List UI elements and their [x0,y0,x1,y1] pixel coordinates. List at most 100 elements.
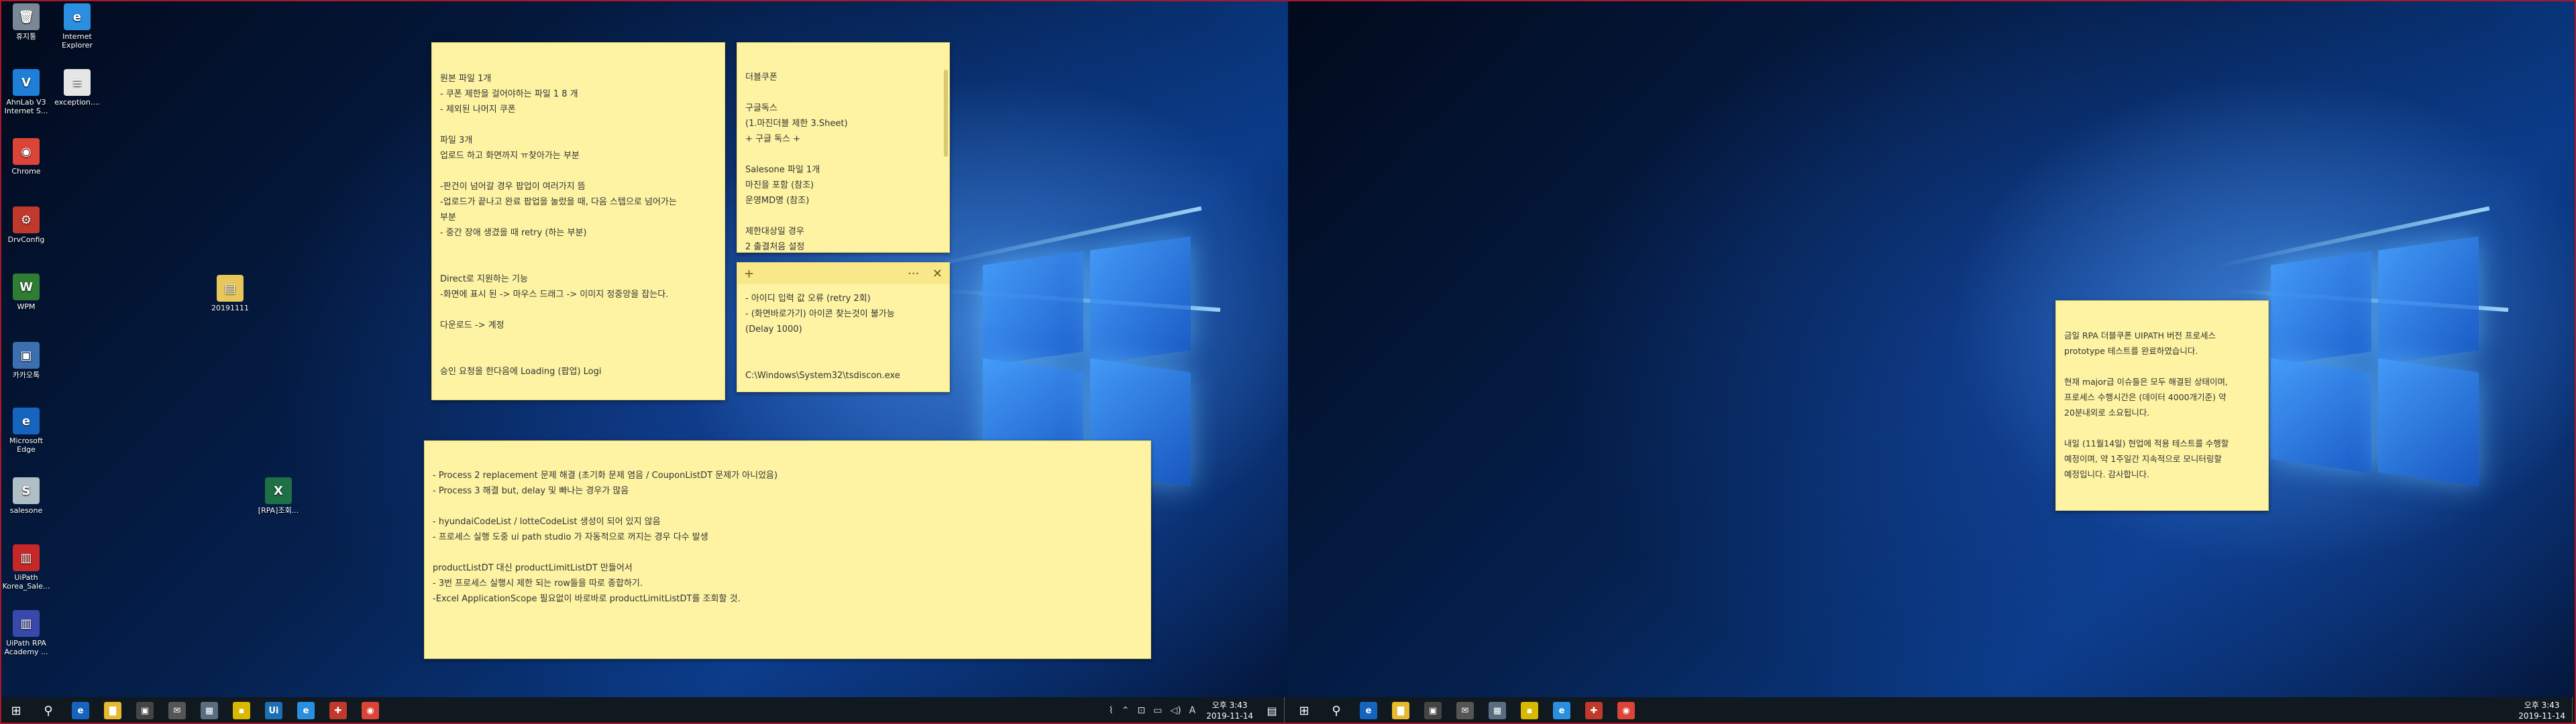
system-tray: ⌇ ⌃ ⊡ ▭ ◁) A 오후 3:43 2019-11-14 ▤ [1105,697,1288,724]
desktop-shortcut[interactable]: ◉ Chrome [1,138,51,176]
taskbar-app-button[interactable]: ▦ [1481,697,1513,724]
edge-icon: e [13,408,40,434]
note-line: (1.마진더블 제한 3.Sheet) [745,119,848,129]
desktop-shortcut[interactable]: ⚙ DrvConfig [1,206,51,244]
desktop-shortcut[interactable]: Ssalesone [1,477,51,515]
network-icon[interactable]: ⊡ [1137,705,1145,716]
taskbar-app-button[interactable]: e [64,697,97,724]
wpm-icon: W [13,274,40,300]
sticky-note-header: + ··· ✕ [737,263,949,284]
desktop-shortcut[interactable]: 🗑 휴지통 [1,3,51,41]
pen-icon[interactable]: ⌇ [1109,705,1114,716]
more-options-icon[interactable]: ··· [908,267,919,281]
desktop-shortcut[interactable]: ▥ UiPath RPA Academy ... [1,610,51,656]
input-method-icon[interactable]: A [1189,705,1196,716]
sticky-note-2[interactable]: 더블쿠폰 구글독스 (1.마진더블 제한 3.Sheet) + 구글 독스 + Sale… [737,42,950,253]
action-center-icon[interactable]: ▤ [1260,705,1284,717]
note-line: - 아이디 입력 값 오류 (retry 2회) [745,294,871,304]
note-line: 제한대상일 경우 [745,227,804,237]
left-monitor: 🗑 휴지통 e Internet Explorer V AhnLab V3 Interne… [0,0,1288,724]
drvconfig-icon: ⚙ [13,206,40,233]
sticky-note-4[interactable]: - Process 2 replacement 문제 해결 (초기화 문제 염음… [424,440,1151,659]
desktop-shortcut[interactable]: ▤ 20191111 [205,275,255,312]
volume-icon[interactable]: ◁) [1170,705,1181,716]
note-line: -업로드가 끝나고 완료 팝업을 눌렀을 때, 다음 스텝으로 넘어가는 [440,197,677,207]
note-line: - 제외된 나머지 쿠폰 [440,105,516,115]
desktop-shortcut[interactable]: ▣ 카카오톡 [1,342,51,379]
sticky-notes-taskbar-icon: ▪ [233,702,250,719]
sticky-note-5[interactable]: 금일 RPA 더블쿠폰 UIPATH 버전 프로세스 prototype 테스트를… [2055,300,2269,511]
note-line: - hyundaiCodeList / lotteCodeList 생성이 되어… [433,517,661,527]
desktop-shortcut[interactable]: W WPM [1,274,51,311]
taskbar-app-button[interactable]: ▣ [1417,697,1449,724]
note-line: - 프로세스 실행 도중 ui path studio 가 자동적으로 꺼지는 … [433,532,708,542]
clock-date: 2019-11-14 [1206,711,1253,721]
sticky-note-1[interactable]: 원본 파일 1개 - 쿠폰 제한을 걸어야하는 파일 1 8 개 - 제외된 나머지… [431,42,725,400]
file-explorer-taskbar-icon: ▇ [104,702,121,719]
desktop-shortcut[interactable]: e Internet Explorer [52,3,102,50]
ie-taskbar-icon: e [297,702,315,719]
taskbar-app-button[interactable]: ▦ [193,697,225,724]
desktop-shortcut[interactable]: X [RPA]조회... [254,477,303,515]
desktop-shortcut[interactable]: ≡ exception.... [52,69,102,107]
close-icon[interactable]: ✕ [932,267,943,281]
note-line [745,147,941,162]
add-note-icon[interactable]: + [744,266,754,282]
note-line [433,499,1142,514]
taskbar-app-button[interactable]: ✚ [322,697,354,724]
start-button[interactable]: ⊞ [0,697,32,724]
taskbar-app-button[interactable]: ✉ [161,697,193,724]
note-line: 부분 [440,213,456,223]
taskbar-app-button[interactable]: ▪ [1513,697,1546,724]
show-desktop-button[interactable] [2572,697,2576,724]
desktop-shortcut[interactable]: e Microsoft Edge [1,408,51,454]
desktop-shortcut[interactable]: ▥ UiPath Korea_Sale... [1,544,51,591]
desktop-shortcut-label: exception.... [54,98,100,107]
desktop-shortcut-label: 카카오톡 [12,371,40,379]
clock[interactable]: 오후 3:43 2019-11-14 [1206,700,1253,721]
taskbar-app-button[interactable]: ◉ [1610,697,1642,724]
desktop-shortcut[interactable]: V AhnLab V3 Internet S... [1,69,51,115]
start-button[interactable]: ⊞ [1288,697,1320,724]
search-icon[interactable]: ⚲ [1320,697,1352,724]
show-hidden-icons[interactable]: ⌃ [1122,705,1130,716]
note-line [745,208,941,224]
desktop-shortcut-label: Internet Explorer [62,32,93,50]
sticky-note-3[interactable]: + ··· ✕ - 아이디 입력 값 오류 (retry 2회) - (화면바로가… [737,262,950,392]
taskbar-app-button[interactable]: ▣ [129,697,161,724]
taskbar-app-button[interactable]: ✚ [1578,697,1610,724]
clock-time: 오후 3:43 [1212,701,1248,710]
taskbar-app-button[interactable]: ◉ [354,697,386,724]
search-icon[interactable]: ⚲ [32,697,64,724]
taskbar-app-button[interactable]: e [1546,697,1578,724]
chrome-taskbar-icon: ◉ [362,702,379,719]
taskbar-app-button[interactable]: ▇ [1385,697,1417,724]
note-line: -화면에 표시 된 -> 마우스 드래그 -> 이미지 정중앙을 잡는다. [440,290,669,300]
taskbar-app-button[interactable]: ✉ [1449,697,1481,724]
folder-zip-icon: ▤ [217,275,244,302]
kakaotalk-icon: ▣ [13,342,40,369]
desktop-shortcut-label: Microsoft Edge [9,436,44,454]
note-line: 프로세스 수행시간은 (데이터 4000개기준) 약 [2064,392,2226,402]
taskbar-app-button[interactable]: ▪ [225,697,258,724]
desktop-shortcut-label: WPM [17,302,36,311]
note-line: - Process 3 해결 but, delay 및 빠나는 경우가 많음 [433,486,629,496]
note-line: 업로드 하고 화면까지 ㅠ찾아가는 부분 [440,151,580,161]
note-line: 20분내외로 소요됩니다. [2064,408,2150,418]
clock-date: 2019-11-14 [2518,711,2565,721]
ie-taskbar-icon: e [1553,702,1570,719]
note-line [2064,359,2260,374]
store-taskbar-icon: ▣ [1424,702,1442,719]
taskbar-app-button[interactable]: e [290,697,322,724]
battery-icon[interactable]: ▭ [1153,705,1162,716]
app2-taskbar-icon: ✚ [1585,702,1603,719]
taskbar-app-button[interactable]: ▇ [97,697,129,724]
taskbar-app-button[interactable]: e [1352,697,1385,724]
taskbar-app-button[interactable]: Ui [258,697,290,724]
clock[interactable]: 오후 3:43 2019-11-14 [2518,700,2565,721]
note-scrollbar[interactable] [944,70,948,157]
note-line: Direct로 지원하는 기능 [440,274,528,284]
store-taskbar-icon: ▣ [136,702,154,719]
taskbar: ⊞ ⚲ e ▇ ▣ ✉ ▦ ▪ Ui e ✚ ◉ ⌇ ⌃ ⊡ ▭ ◁) A 오후 3:43 2019-11-… [0,697,1288,724]
file-explorer-taskbar-icon: ▇ [1392,702,1409,719]
